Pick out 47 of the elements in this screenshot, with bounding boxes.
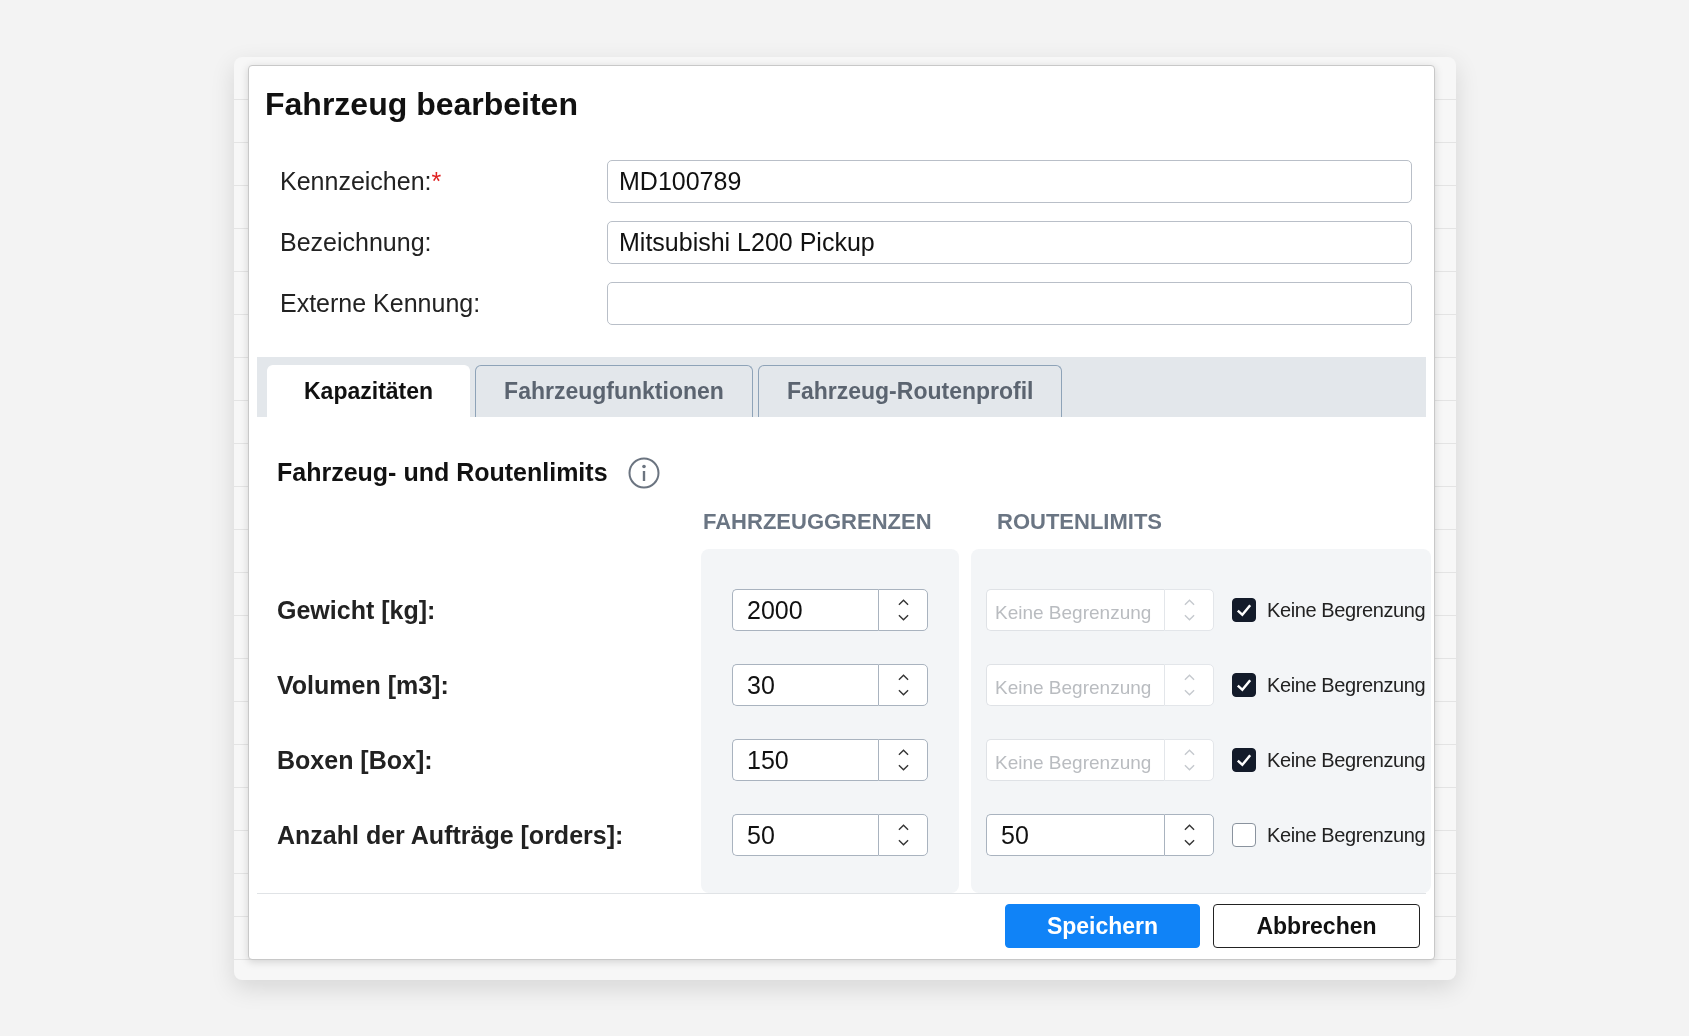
field-label: Externe Kennung:: [280, 288, 481, 317]
checkbox-label: Keine Begrenzung: [1267, 823, 1426, 847]
dialog-title: Fahrzeug bearbeiten: [264, 85, 579, 124]
chevron-down-icon[interactable]: [897, 839, 909, 847]
input-field[interactable]: MD100789: [607, 159, 1412, 203]
chevron-up-icon[interactable]: [897, 599, 909, 607]
number-field[interactable]: 2000: [732, 589, 878, 632]
input-field[interactable]: Mitsubishi L200 Pickup: [607, 220, 1412, 264]
row-label: Anzahl der Aufträge [orders]:: [277, 819, 625, 851]
section-title: Fahrzeug- und Routenlimits: [277, 458, 608, 488]
checkbox-label: Keine Begrenzung: [1267, 673, 1426, 697]
checkbox[interactable]: [1232, 748, 1256, 773]
chevron-up-icon[interactable]: [1183, 824, 1195, 832]
chevron-up-icon[interactable]: [897, 674, 909, 682]
chevron-down-icon[interactable]: [897, 689, 909, 697]
row-label: Boxen [Box]:: [277, 744, 434, 776]
field-label: Bezeichnung:: [280, 227, 432, 256]
number-field: Keine Begrenzung: [986, 739, 1164, 782]
input-field[interactable]: [607, 281, 1412, 325]
checkbox[interactable]: [1232, 823, 1256, 848]
chevron-down-icon[interactable]: [897, 764, 909, 772]
number-field[interactable]: 150: [732, 739, 878, 782]
number-field[interactable]: 50: [986, 814, 1164, 857]
number-field: Keine Begrenzung: [986, 664, 1164, 707]
chevron-up-icon[interactable]: [897, 749, 909, 757]
tab[interactable]: Fahrzeug-Routenprofil: [757, 364, 1063, 417]
chevron-down-icon[interactable]: [1183, 839, 1195, 847]
cancel-button[interactable]: Abbrechen: [1213, 904, 1420, 949]
row-label: Volumen [m3]:: [277, 669, 450, 701]
save-button[interactable]: Speichern: [1005, 904, 1200, 949]
column-header: ROUTENLIMITS: [996, 508, 1163, 536]
field-label: Kennzeichen:: [280, 166, 432, 195]
checkbox-label: Keine Begrenzung: [1267, 598, 1426, 622]
row-label: Gewicht [kg]:: [277, 594, 437, 626]
checkbox-label: Keine Begrenzung: [1267, 748, 1426, 772]
number-field: Keine Begrenzung: [986, 589, 1164, 632]
required-mark: *: [431, 166, 442, 195]
column-header: FAHRZEUGGRENZEN: [702, 508, 933, 536]
checkbox[interactable]: [1232, 598, 1256, 623]
tab[interactable]: Fahrzeugfunktionen: [475, 364, 753, 417]
number-field[interactable]: 50: [732, 814, 878, 857]
chevron-down-icon[interactable]: [897, 614, 909, 622]
checkbox[interactable]: [1232, 673, 1256, 698]
number-field[interactable]: 30: [732, 664, 878, 707]
info-icon[interactable]: [627, 456, 660, 489]
chevron-up-icon[interactable]: [897, 824, 909, 832]
tab[interactable]: Kapazitäten: [267, 364, 471, 417]
